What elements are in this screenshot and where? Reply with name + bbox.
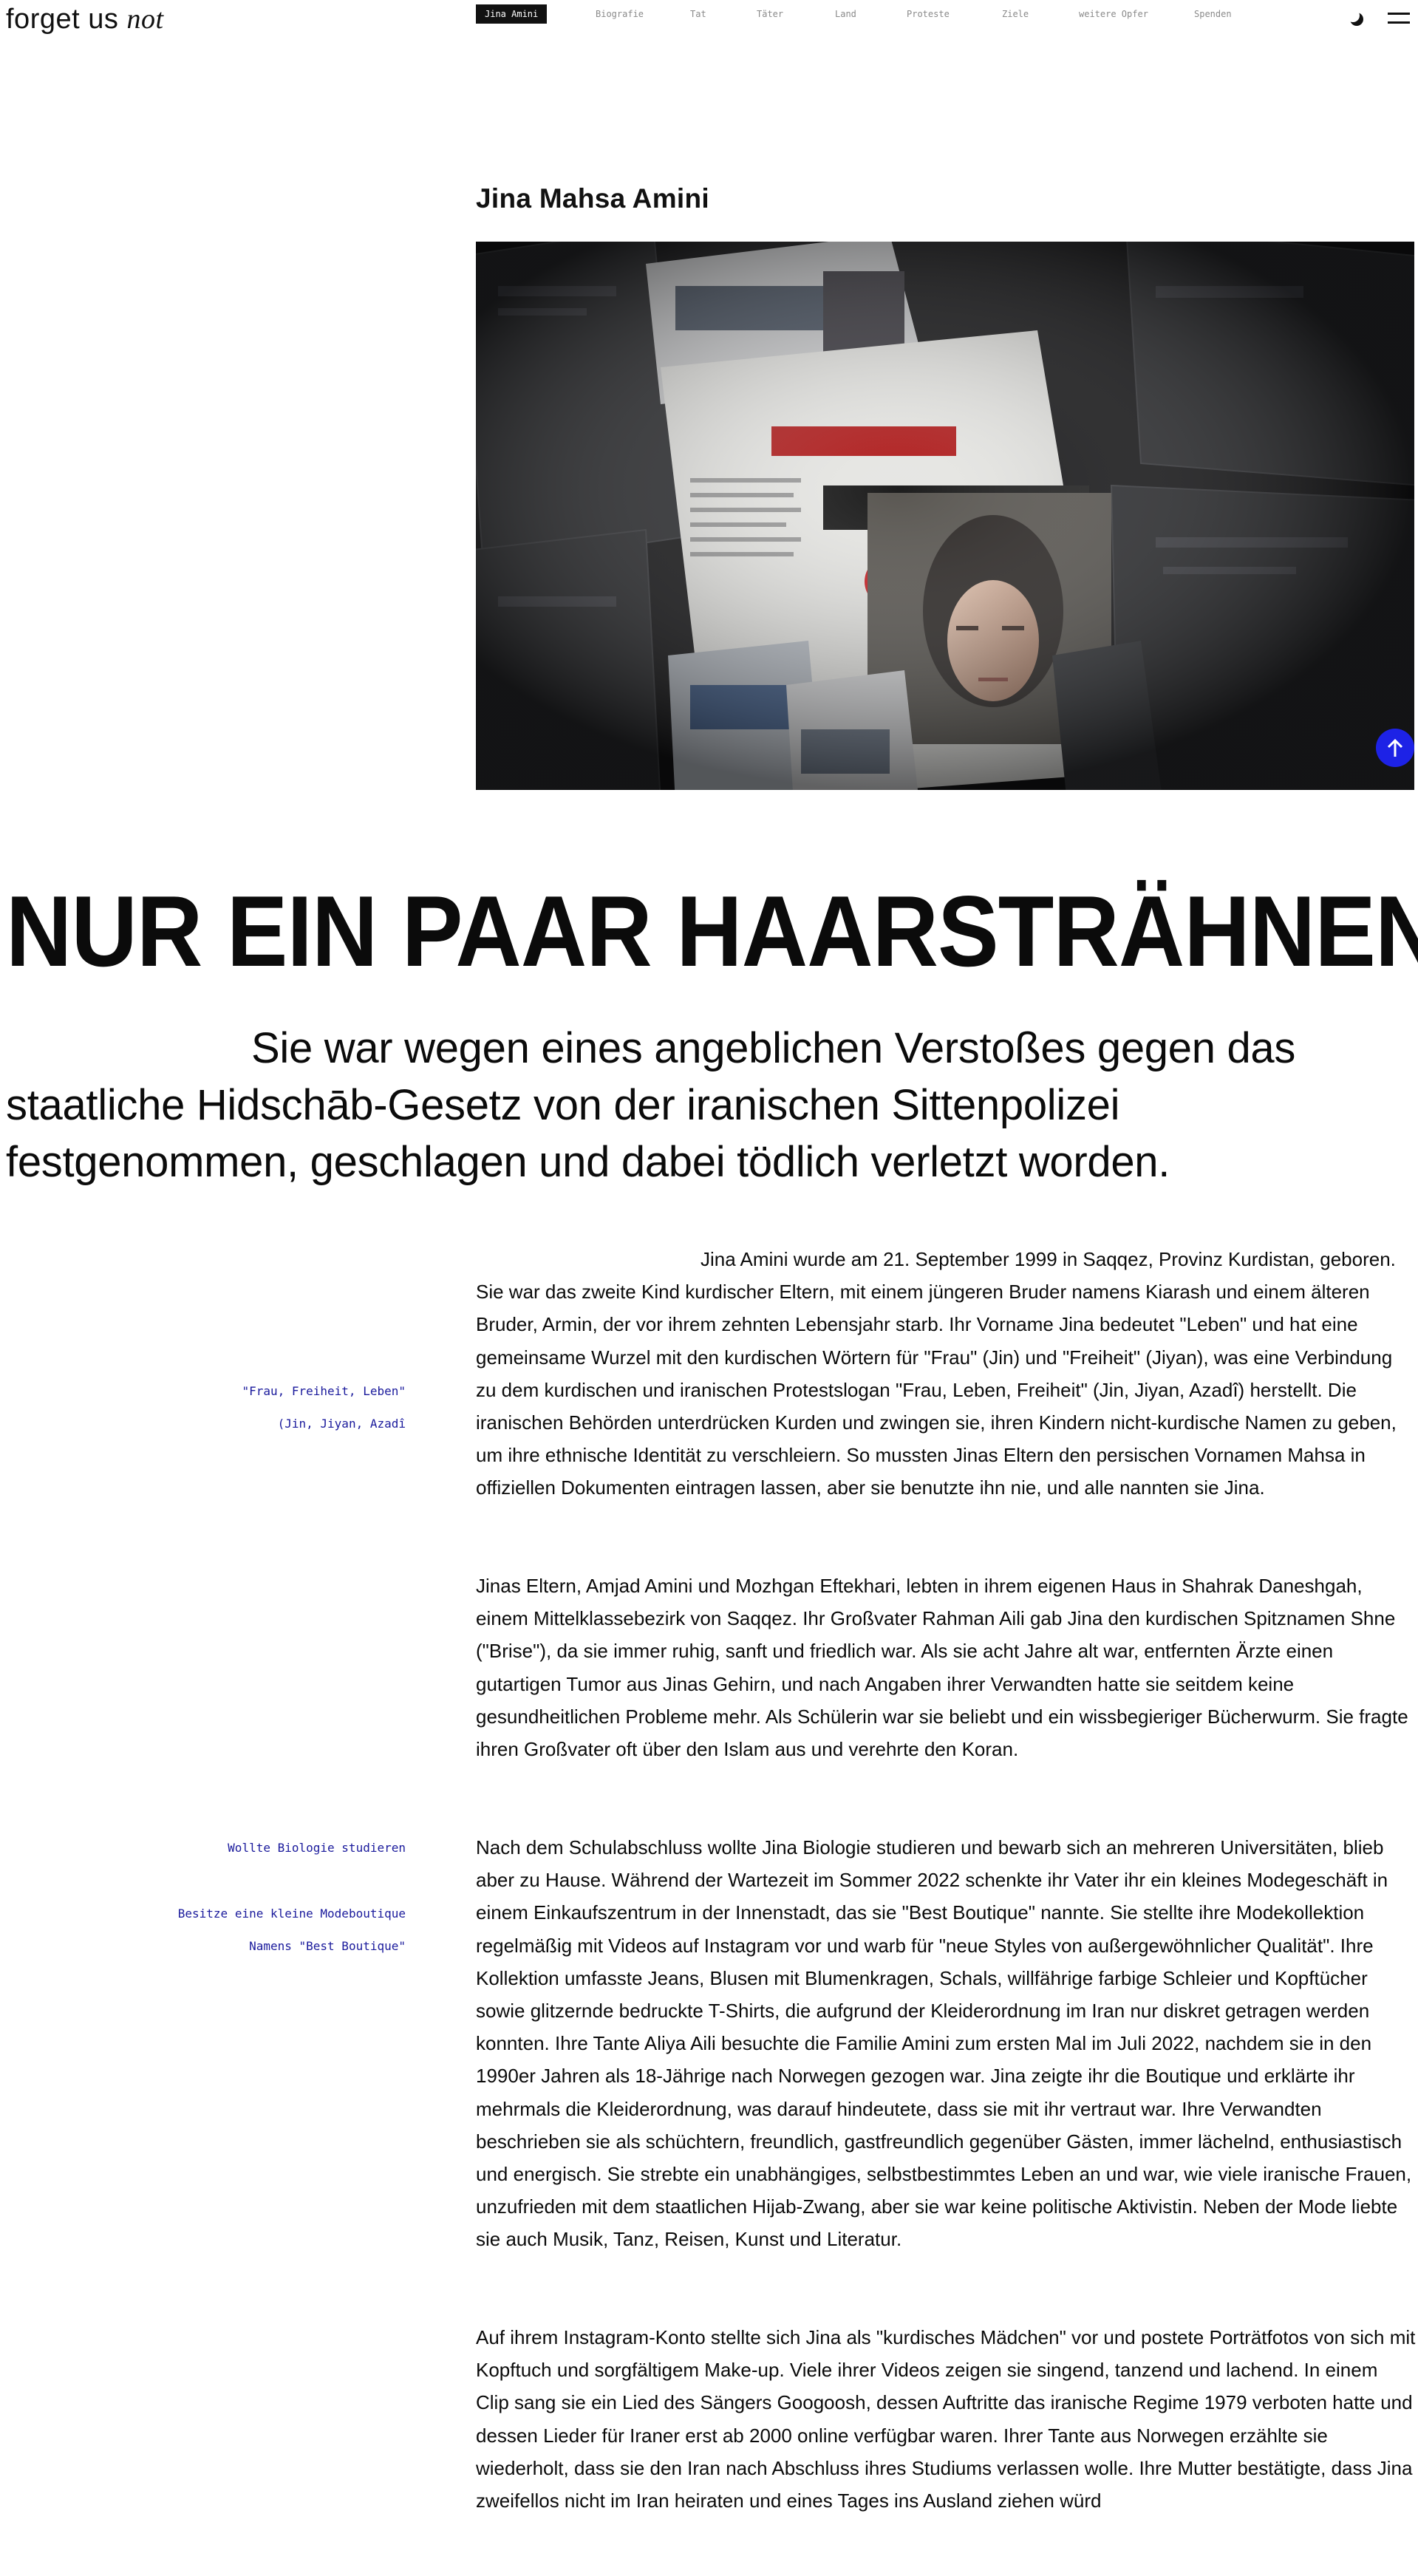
article-paragraph-1: Jina Amini wurde am 21. September 1999 i… [476, 1248, 1397, 1499]
nav-item-tat[interactable]: Tat [690, 4, 706, 24]
side-note-slogan-kurdish: (Jin, Jiyan, Azadî [277, 1417, 406, 1431]
nav-item-land[interactable]: Land [835, 4, 856, 24]
side-note-slogan: "Frau, Freiheit, Leben" [242, 1384, 406, 1398]
hero-image-newspapers [476, 242, 1414, 790]
moon-icon[interactable] [1346, 9, 1366, 28]
article-paragraph-2: Jinas Eltern, Amjad Amini und Mozhgan Ef… [476, 1575, 1408, 1761]
arrow-up-icon [1387, 738, 1403, 757]
side-note-boutique-name: Namens "Best Boutique" [249, 1939, 406, 1953]
hamburger-menu-icon[interactable] [1386, 10, 1411, 27]
logo-italic-text: not [126, 4, 164, 35]
article-paragraph-4: Auf ihrem Instagram-Konto stellte sich J… [476, 2326, 1416, 2512]
nav-item-proteste[interactable]: Proteste [907, 4, 950, 24]
nav-item-ziele[interactable]: Ziele [1002, 4, 1029, 24]
logo-text: forget us [6, 4, 119, 35]
scroll-to-top-button[interactable] [1376, 729, 1414, 767]
nav-item-taeter[interactable]: Täter [757, 4, 783, 24]
nav-item-weitere-opfer[interactable]: weitere Opfer [1079, 4, 1148, 24]
newspaper-illustration [476, 242, 1414, 790]
article-lead: Sie war wegen eines angeblichen Verstoße… [6, 1024, 1296, 1186]
side-note-biology: Wollte Biologie studieren [228, 1841, 406, 1855]
nav-item-biografie[interactable]: Biografie [596, 4, 644, 24]
article-headline: NUR EIN PAAR HAARSTRÄHNEN [6, 875, 1418, 987]
article-paragraph-3: Nach dem Schulabschluss wollte Jina Biol… [476, 1836, 1412, 2251]
side-note-boutique: Besitze eine kleine Modeboutique [177, 1907, 406, 1921]
nav-item-jina-amini[interactable]: Jina Amini [476, 4, 548, 24]
site-logo[interactable]: forget us not [6, 0, 164, 38]
site-header: forget us not Jina Amini Biografie Tat T… [0, 0, 1418, 41]
hero-name-title: Jina Mahsa Amini [476, 183, 709, 214]
nav-item-spenden[interactable]: Spenden [1194, 4, 1232, 24]
